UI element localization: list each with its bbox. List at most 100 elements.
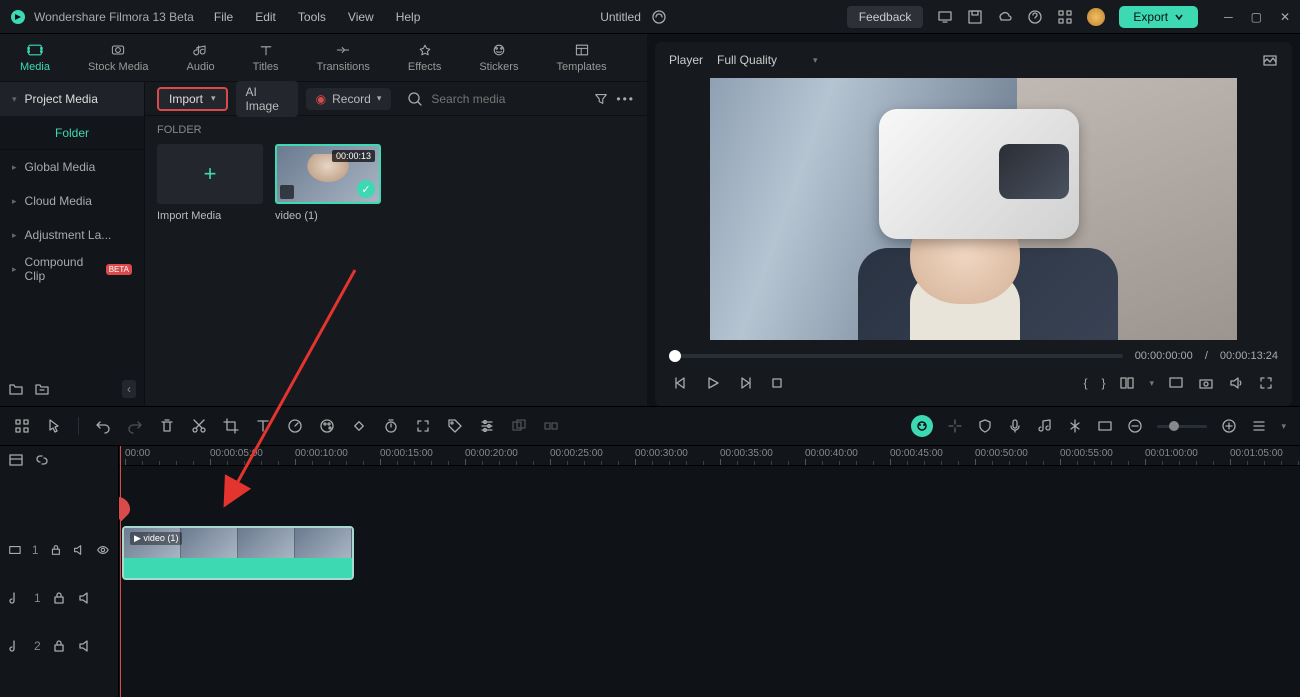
zoom-out-icon[interactable]: [1127, 418, 1143, 434]
close-button[interactable]: ✕: [1280, 10, 1290, 24]
view-dropdown-icon[interactable]: ▾: [1281, 421, 1286, 432]
adjust-icon[interactable]: [479, 418, 495, 434]
mute-icon[interactable]: [72, 542, 86, 558]
pointer-icon[interactable]: [46, 418, 62, 434]
audio-track-2-header[interactable]: 2: [0, 622, 118, 670]
snapshot-icon[interactable]: [1262, 52, 1278, 68]
fullscreen-icon[interactable]: [1258, 375, 1274, 391]
playhead-line[interactable]: [120, 446, 121, 697]
tab-audio[interactable]: Audio: [187, 42, 215, 73]
lock-icon[interactable]: [49, 542, 63, 558]
export-button[interactable]: Export: [1119, 6, 1198, 28]
sidebar-cloud-media[interactable]: ▸Cloud Media: [0, 184, 144, 218]
search-input[interactable]: [431, 92, 586, 106]
more-icon[interactable]: •••: [616, 92, 635, 106]
render-icon[interactable]: [1097, 418, 1113, 434]
tag-icon[interactable]: [447, 418, 463, 434]
collapse-sidebar-icon[interactable]: ‹: [122, 380, 136, 398]
monitor-icon[interactable]: [937, 9, 953, 25]
record-button[interactable]: ◉Record▾: [306, 88, 392, 110]
next-frame-icon[interactable]: [737, 375, 753, 391]
import-media-card[interactable]: + Import Media: [157, 144, 263, 222]
cloud-icon[interactable]: [997, 9, 1013, 25]
tab-transitions[interactable]: Transitions: [317, 42, 370, 73]
new-folder-icon[interactable]: [8, 381, 24, 397]
import-button[interactable]: Import▾: [157, 87, 228, 111]
video-track-header[interactable]: 1: [0, 526, 118, 574]
link-icon[interactable]: [34, 452, 50, 468]
cut-icon[interactable]: [191, 418, 207, 434]
media-clip-card[interactable]: 00:00:13 ✓ video (1): [275, 144, 381, 222]
timeline-tracks[interactable]: 00:0000:00:05:0000:00:10:0000:00:15:0000…: [119, 446, 1300, 697]
zoom-slider[interactable]: [1157, 425, 1207, 428]
folder-icon[interactable]: [34, 381, 50, 397]
color-icon[interactable]: [319, 418, 335, 434]
maximize-button[interactable]: ▢: [1251, 10, 1262, 24]
eye-icon[interactable]: [96, 542, 110, 558]
timeline-clip[interactable]: ▶ video (1): [122, 526, 354, 580]
fit-icon[interactable]: [415, 418, 431, 434]
menu-edit[interactable]: Edit: [255, 10, 276, 24]
ungroup-icon[interactable]: [543, 418, 559, 434]
compare-icon[interactable]: [1119, 375, 1135, 391]
audio-track-1-header[interactable]: 1: [0, 574, 118, 622]
tab-media[interactable]: Media: [20, 42, 50, 73]
cloud-sync-icon[interactable]: [651, 9, 667, 25]
shield-icon[interactable]: [977, 418, 993, 434]
group-icon[interactable]: [511, 418, 527, 434]
support-icon[interactable]: [1027, 9, 1043, 25]
crop-icon[interactable]: [223, 418, 239, 434]
menu-file[interactable]: File: [214, 10, 233, 24]
save-icon[interactable]: [967, 9, 983, 25]
menu-tools[interactable]: Tools: [298, 10, 326, 24]
zoom-in-icon[interactable]: [1221, 418, 1237, 434]
track-options-icon[interactable]: [8, 452, 24, 468]
grid-snap-icon[interactable]: [14, 418, 30, 434]
volume-icon[interactable]: [1228, 375, 1244, 391]
lock-icon[interactable]: [51, 638, 67, 654]
avatar[interactable]: [1087, 8, 1105, 26]
feedback-button[interactable]: Feedback: [847, 6, 924, 28]
delete-icon[interactable]: [159, 418, 175, 434]
mute-icon[interactable]: [77, 638, 93, 654]
text-icon[interactable]: [255, 418, 271, 434]
menu-help[interactable]: Help: [396, 10, 421, 24]
mute-icon[interactable]: [77, 590, 93, 606]
preview-viewport[interactable]: [710, 78, 1237, 340]
sidebar-global-media[interactable]: ▸Global Media: [0, 150, 144, 184]
mic-icon[interactable]: [1007, 418, 1023, 434]
tab-stock-media[interactable]: Stock Media: [88, 42, 149, 73]
player-label[interactable]: Player: [669, 53, 703, 67]
list-view-icon[interactable]: [1251, 418, 1267, 434]
playhead[interactable]: [669, 350, 681, 362]
redo-icon[interactable]: [127, 418, 143, 434]
mark-out-icon[interactable]: }: [1101, 376, 1105, 390]
filter-icon[interactable]: [594, 91, 608, 107]
lock-icon[interactable]: [51, 590, 67, 606]
undo-icon[interactable]: [95, 418, 111, 434]
playhead-handle[interactable]: [119, 493, 134, 521]
tab-effects[interactable]: Effects: [408, 42, 441, 73]
music-icon[interactable]: [1037, 418, 1053, 434]
sidebar-compound-clip[interactable]: ▸Compound ClipBETA: [0, 252, 144, 286]
apps-icon[interactable]: [1057, 9, 1073, 25]
camera-icon[interactable]: [1198, 375, 1214, 391]
duration-icon[interactable]: [383, 418, 399, 434]
speed-icon[interactable]: [287, 418, 303, 434]
minimize-button[interactable]: ─: [1224, 10, 1233, 24]
stop-icon[interactable]: [769, 375, 785, 391]
keyframe-icon[interactable]: [351, 418, 367, 434]
tab-stickers[interactable]: Stickers: [479, 42, 518, 73]
menu-view[interactable]: View: [348, 10, 374, 24]
tab-titles[interactable]: Titles: [253, 42, 279, 73]
ai-image-button[interactable]: AI Image: [236, 81, 298, 117]
display-icon[interactable]: [1168, 375, 1184, 391]
sidebar-project-media[interactable]: ▾Project Media: [0, 82, 144, 116]
ai-icon[interactable]: [911, 415, 933, 437]
play-icon[interactable]: [705, 375, 721, 391]
prev-frame-icon[interactable]: [673, 375, 689, 391]
tab-templates[interactable]: Templates: [556, 42, 606, 73]
timeline-ruler[interactable]: 00:0000:00:05:0000:00:10:0000:00:15:0000…: [119, 446, 1300, 466]
sidebar-folder[interactable]: Folder: [0, 116, 144, 150]
compare-dropdown-icon[interactable]: ▾: [1149, 378, 1154, 389]
